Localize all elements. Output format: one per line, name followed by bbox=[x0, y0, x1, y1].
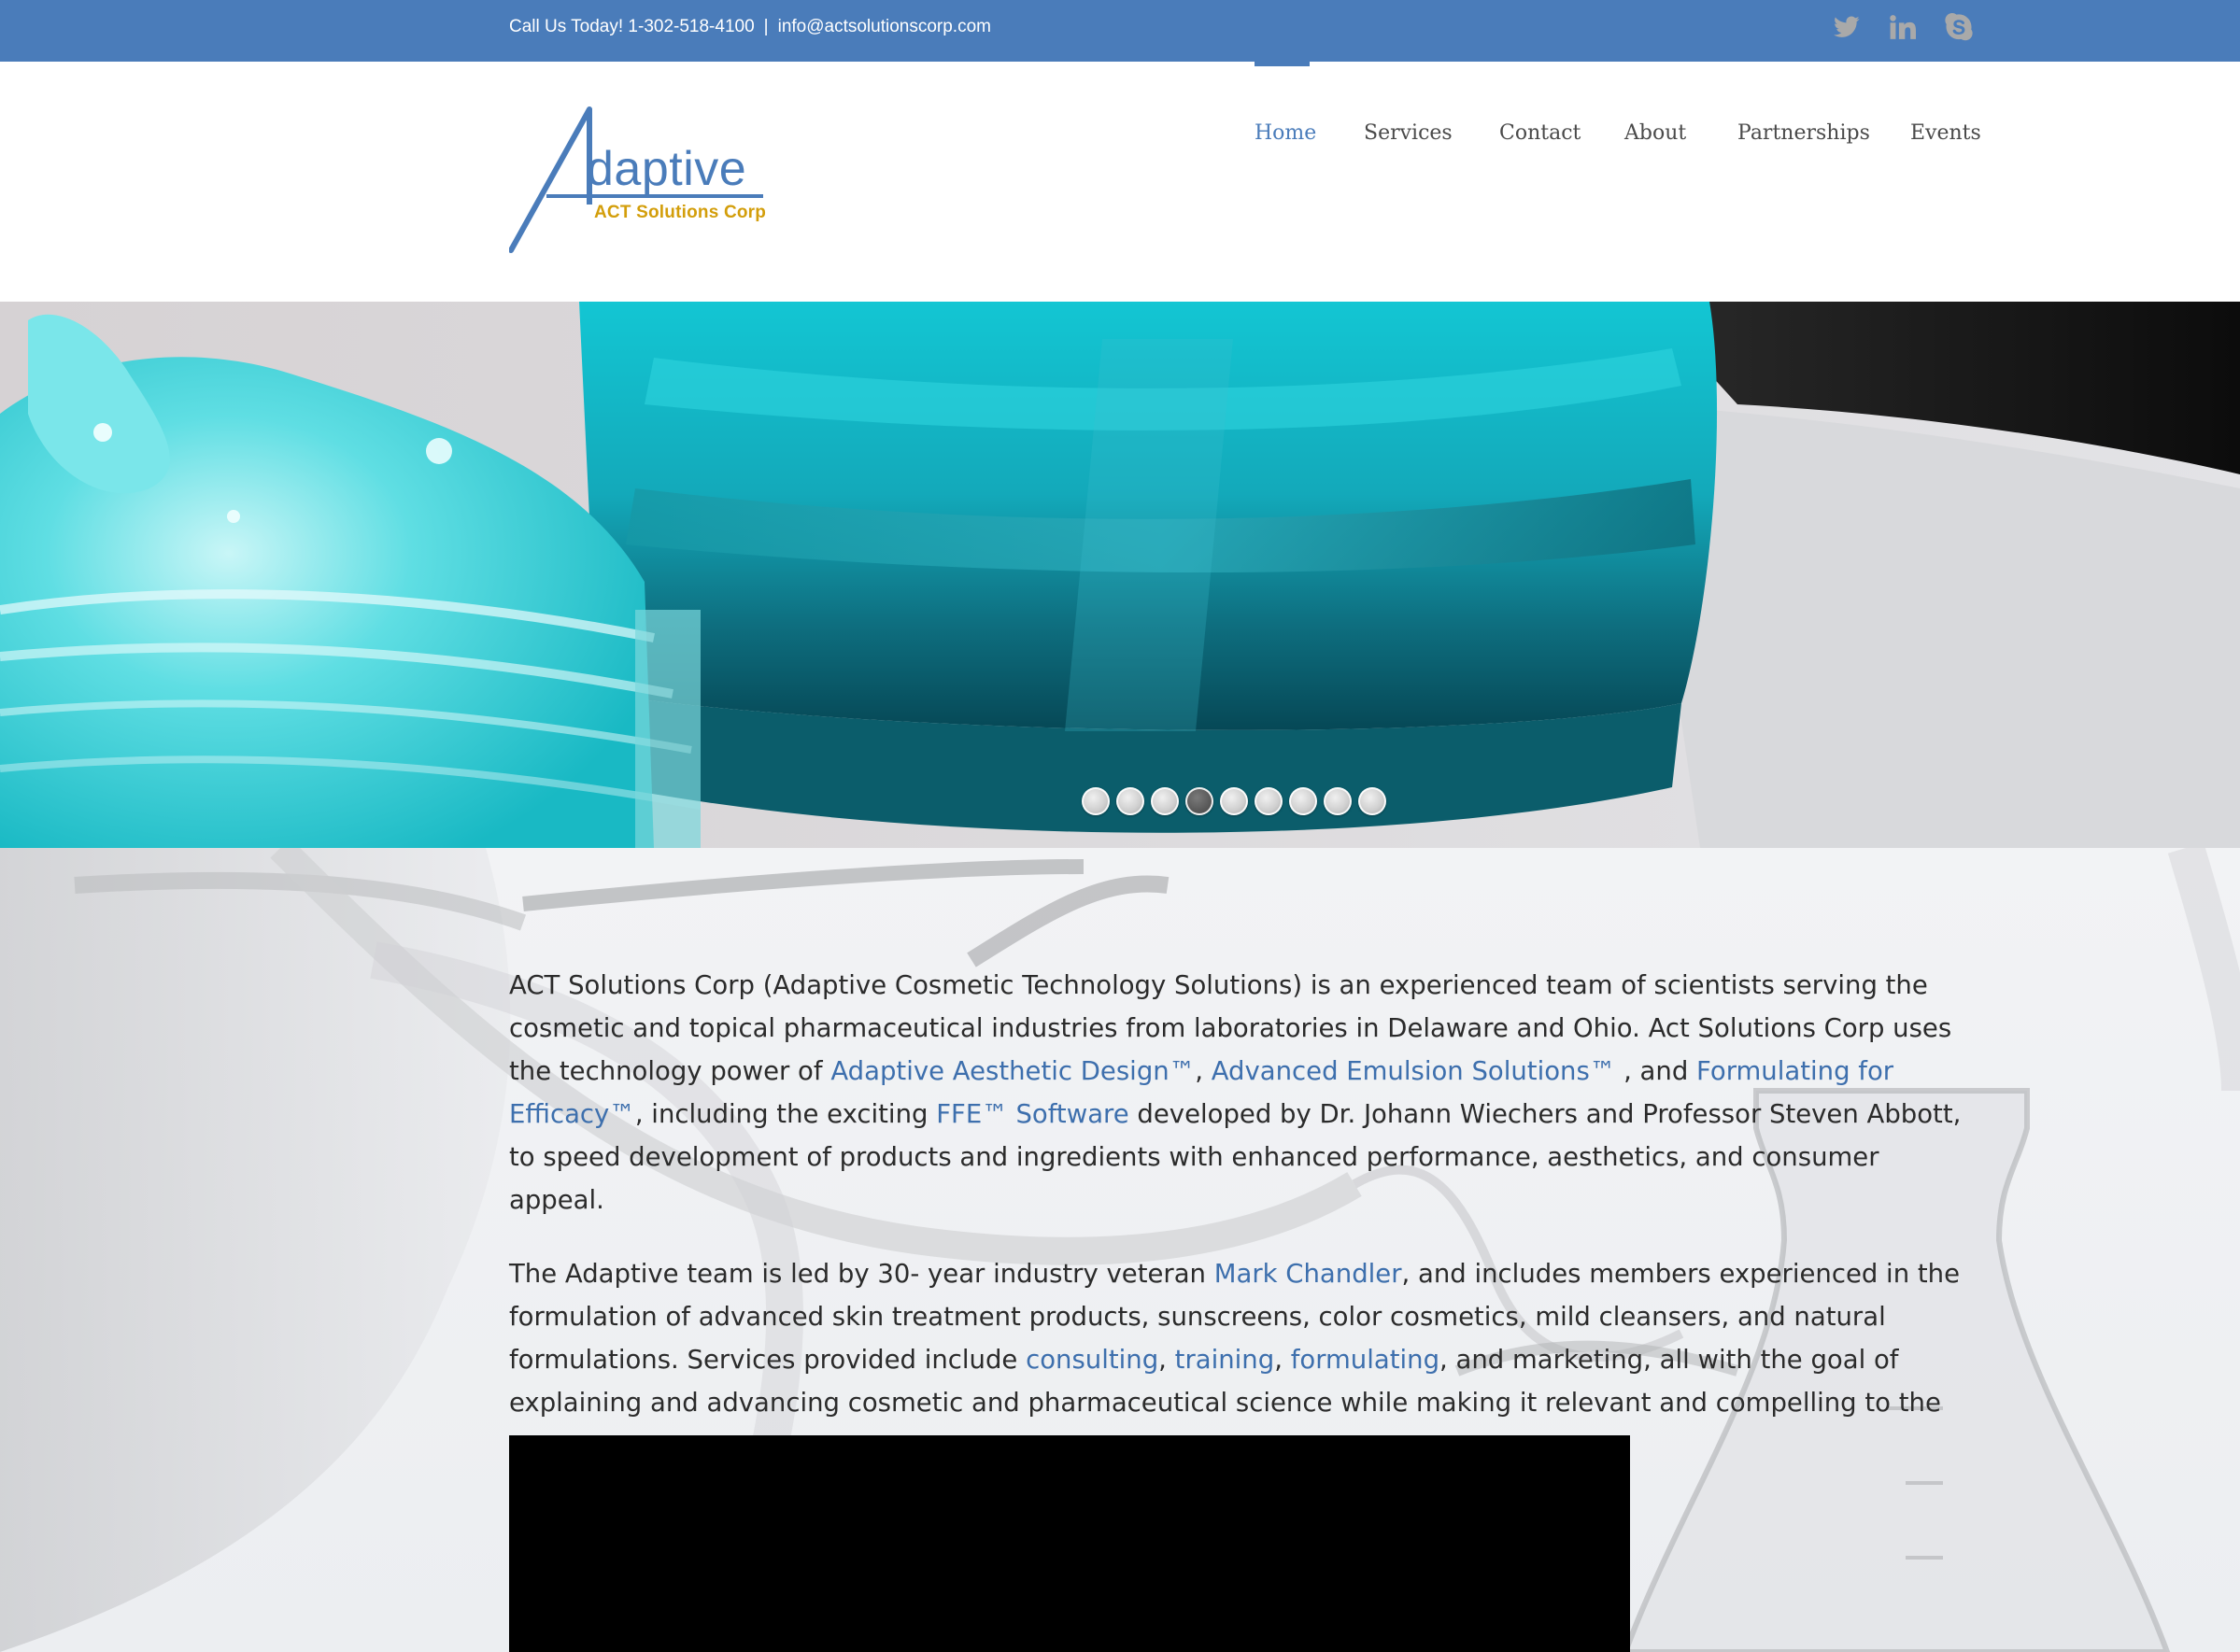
text-run: , and bbox=[1615, 1056, 1697, 1086]
slider-dot-9[interactable] bbox=[1358, 787, 1386, 815]
linkedin-icon[interactable] bbox=[1887, 11, 1919, 43]
main-navigation: Home Services Contact About Partnerships… bbox=[0, 62, 2240, 155]
link-ffe-software[interactable]: FFE™ Software bbox=[936, 1099, 1128, 1129]
slider-dot-5[interactable] bbox=[1220, 787, 1248, 815]
twitter-icon[interactable] bbox=[1831, 11, 1863, 43]
nav-item-about[interactable]: About bbox=[1624, 120, 1686, 148]
nav-item-contact[interactable]: Contact bbox=[1499, 120, 1581, 148]
contact-separator: | bbox=[763, 17, 769, 36]
hero-slider bbox=[0, 302, 2240, 848]
link-formulating[interactable]: formulating bbox=[1291, 1345, 1439, 1375]
slider-dot-8[interactable] bbox=[1324, 787, 1352, 815]
link-training[interactable]: training bbox=[1175, 1345, 1275, 1375]
nav-item-partnerships[interactable]: Partnerships bbox=[1737, 120, 1870, 148]
site-header: daptive ACT Solutions Corp Home Services… bbox=[0, 62, 2240, 302]
top-bar: Call Us Today! 1-302-518-4100 | info@actso… bbox=[0, 0, 2240, 62]
slider-dot-2[interactable] bbox=[1116, 787, 1144, 815]
contact-info: Call Us Today! 1-302-518-4100 | info@actso… bbox=[509, 16, 991, 38]
email-link[interactable]: info@actsolutionscorp.com bbox=[778, 17, 991, 36]
phone-text: Call Us Today! 1-302-518-4100 bbox=[509, 17, 755, 36]
slider-dot-4[interactable] bbox=[1185, 787, 1213, 815]
intro-paragraph-1: ACT Solutions Corp (Adaptive Cosmetic Te… bbox=[509, 964, 1966, 1221]
video-embed[interactable] bbox=[509, 1435, 1630, 1652]
text-run: , bbox=[1158, 1345, 1175, 1375]
nav-item-home[interactable]: Home bbox=[1255, 120, 1316, 148]
text-run: , bbox=[1195, 1056, 1212, 1086]
text-run: , including the exciting bbox=[634, 1099, 937, 1129]
link-adaptive-aesthetic-design[interactable]: Adaptive Aesthetic Design™ bbox=[830, 1056, 1195, 1086]
active-nav-indicator bbox=[1255, 62, 1310, 66]
text-run: , bbox=[1274, 1345, 1291, 1375]
slide-image bbox=[0, 302, 2240, 848]
main-content: ACT Solutions Corp (Adaptive Cosmetic Te… bbox=[0, 848, 2240, 1652]
skype-icon[interactable] bbox=[1943, 11, 1975, 43]
link-mark-chandler[interactable]: Mark Chandler bbox=[1214, 1259, 1402, 1289]
slider-dot-1[interactable] bbox=[1082, 787, 1110, 815]
nav-item-events[interactable]: Events bbox=[1910, 120, 1981, 148]
slider-pagination bbox=[1082, 787, 1386, 817]
text-run: The Adaptive team is led by 30- year ind… bbox=[509, 1259, 1214, 1289]
slider-dot-6[interactable] bbox=[1255, 787, 1283, 815]
link-advanced-emulsion-solutions[interactable]: Advanced Emulsion Solutions™ bbox=[1212, 1056, 1616, 1086]
intro-text: ACT Solutions Corp (Adaptive Cosmetic Te… bbox=[509, 964, 1966, 1498]
link-consulting[interactable]: consulting bbox=[1026, 1345, 1158, 1375]
logo-subtitle: ACT Solutions Corp bbox=[594, 203, 767, 222]
slider-dot-3[interactable] bbox=[1151, 787, 1179, 815]
slider-dot-7[interactable] bbox=[1289, 787, 1317, 815]
nav-item-services[interactable]: Services bbox=[1364, 120, 1453, 148]
